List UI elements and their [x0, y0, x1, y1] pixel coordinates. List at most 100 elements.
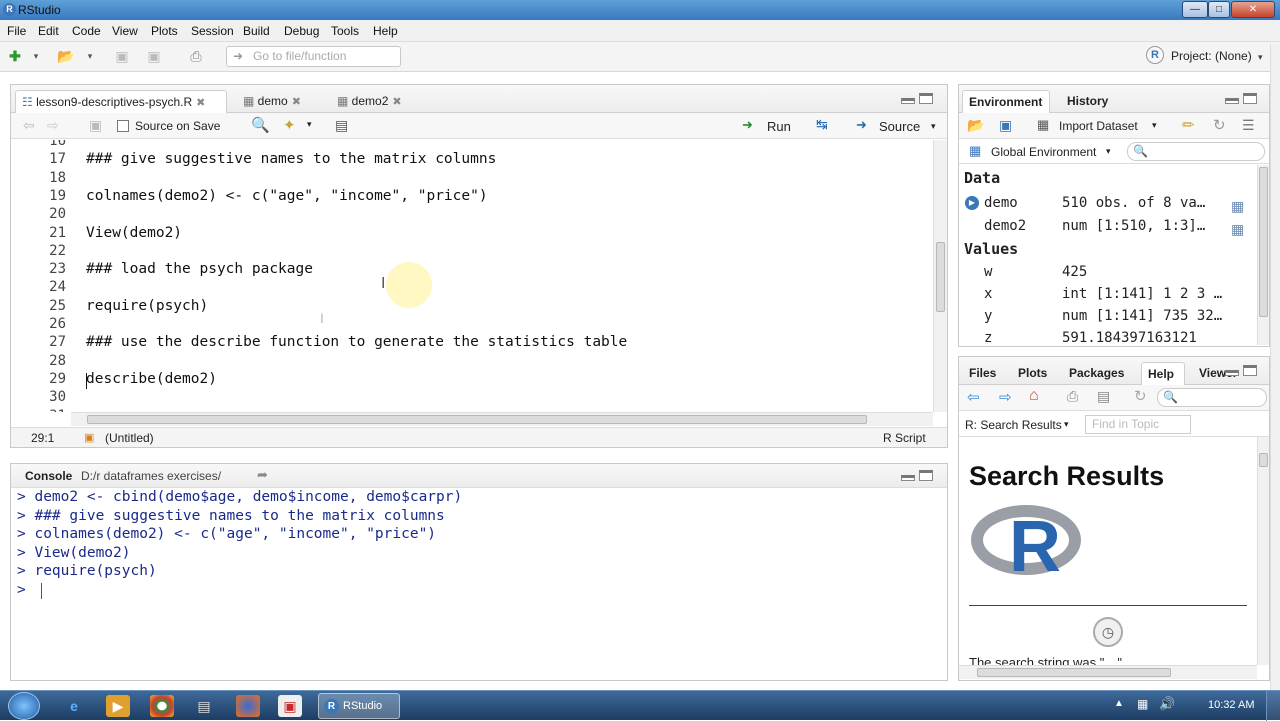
env-row-z[interactable]: z 591.184397163121 — [959, 327, 1269, 345]
network-icon[interactable]: ▦ — [1137, 697, 1148, 711]
console-minmax[interactable] — [901, 470, 933, 482]
chrome-icon[interactable] — [150, 695, 174, 717]
view-table-icon[interactable]: ▦ — [1231, 218, 1244, 240]
project-menu[interactable]: Project: (None) — [1171, 49, 1252, 63]
code-line[interactable]: colnames(demo2) <- c("age", "income", "p… — [86, 188, 488, 204]
broom-icon[interactable]: ✏ — [1182, 116, 1195, 134]
editor-minmax[interactable] — [901, 93, 933, 105]
menu-code[interactable]: Code — [72, 24, 101, 38]
environment-search-input[interactable]: 🔍 — [1127, 142, 1265, 161]
env-row-y[interactable]: y num [1:141] 735 32… — [959, 305, 1269, 327]
volume-icon[interactable]: 🔊 — [1159, 696, 1175, 712]
scroll-thumb[interactable] — [977, 668, 1171, 677]
menu-view[interactable]: View — [112, 24, 138, 38]
print-icon[interactable]: ⎙ — [186, 46, 206, 66]
rerun-icon[interactable]: ↹ — [816, 116, 828, 133]
refresh-icon[interactable]: ↻ — [1213, 116, 1226, 134]
env-row-demo[interactable]: ▶ demo 510 obs. of 8 va… ▦ — [959, 192, 1269, 214]
list-view-icon[interactable]: ☰ — [1242, 117, 1255, 134]
code-line[interactable]: ### give suggestive names to the matrix … — [86, 151, 496, 167]
files-minmax[interactable] — [1225, 365, 1257, 377]
notepad-icon[interactable]: ▤ — [192, 695, 216, 717]
search-icon[interactable]: 🔍 — [251, 116, 270, 134]
code-line[interactable]: ### load the psych package — [86, 261, 313, 277]
menu-help[interactable]: Help — [373, 24, 398, 38]
menu-debug[interactable]: Debug — [284, 24, 319, 38]
clock[interactable]: 10:32 AM — [1208, 699, 1254, 711]
source-on-save-checkbox[interactable] — [117, 120, 129, 132]
back-arrow-icon[interactable]: ⇦ — [23, 117, 35, 134]
pdf-icon[interactable]: ▣ — [278, 695, 302, 717]
environment-minmax[interactable] — [1225, 93, 1257, 105]
tab-plots[interactable]: Plots — [1012, 362, 1054, 385]
code-line[interactable]: describe(demo2) — [86, 371, 217, 387]
scroll-thumb[interactable] — [1259, 453, 1268, 467]
expand-icon[interactable]: ▶ — [965, 196, 979, 210]
menu-file[interactable]: File — [7, 24, 26, 38]
maximize-window-button[interactable]: □ — [1208, 1, 1230, 18]
menu-plots[interactable]: Plots — [151, 24, 178, 38]
chevron-down-icon[interactable]: ▾ — [931, 121, 936, 132]
tab-files[interactable]: Files — [963, 362, 1003, 385]
goto-file-input[interactable]: Go to file/function — [226, 46, 401, 67]
help-search-input[interactable]: 🔍 — [1157, 388, 1267, 407]
home-icon[interactable]: ⌂ — [1029, 387, 1039, 405]
new-file-icon[interactable]: ✚ — [5, 46, 25, 66]
code-line[interactable]: View(demo2) — [86, 225, 182, 241]
forward-arrow-icon[interactable]: ⇨ — [999, 388, 1012, 406]
close-icon[interactable]: ✖ — [292, 96, 301, 108]
open-window-icon[interactable]: ▤ — [1097, 388, 1110, 405]
show-desktop-button[interactable] — [1266, 691, 1280, 721]
chevron-down-icon[interactable]: ▾ — [1106, 146, 1111, 157]
env-row-demo2[interactable]: demo2 num [1:510, 1:3]… ▦ — [959, 215, 1269, 237]
chevron-down-icon[interactable]: ▾ — [80, 46, 100, 66]
save-all-icon[interactable]: ▣ — [144, 46, 164, 66]
magic-wand-icon[interactable]: ✦ — [283, 116, 296, 134]
menu-session[interactable]: Session — [191, 24, 234, 38]
start-button[interactable] — [8, 692, 40, 720]
help-topic-selector[interactable]: R: Search Results — [965, 418, 1062, 432]
tab-demo[interactable]: ▦ demo ✖ — [237, 90, 325, 113]
save-icon[interactable]: ▣ — [112, 46, 132, 66]
code-line[interactable]: ### use the describe function to generat… — [86, 334, 627, 350]
scroll-thumb[interactable] — [936, 242, 945, 312]
editor-hscroll[interactable] — [71, 412, 933, 426]
chevron-down-icon[interactable]: ▾ — [26, 46, 46, 66]
load-workspace-icon[interactable]: 📂 — [967, 117, 984, 134]
chevron-down-icon[interactable]: ▾ — [1152, 120, 1157, 131]
filetype-selector[interactable]: R Script — [883, 431, 926, 445]
tray-up-icon[interactable]: ▲ — [1114, 698, 1124, 709]
chevron-down-icon[interactable]: ▾ — [307, 119, 312, 130]
scroll-thumb[interactable] — [1259, 167, 1268, 317]
window-scrollbar[interactable] — [1270, 44, 1280, 690]
menu-tools[interactable]: Tools — [331, 24, 359, 38]
code-line[interactable]: require(psych) — [86, 298, 208, 314]
media-player-icon[interactable]: ▶ — [106, 695, 130, 717]
forward-arrow-icon[interactable]: ⇨ — [47, 117, 59, 134]
taskbar-rstudio[interactable]: R RStudio — [318, 693, 400, 719]
scope-selector[interactable]: (Untitled) — [105, 431, 154, 445]
menu-build[interactable]: Build — [243, 24, 270, 38]
close-icon[interactable]: ✖ — [196, 97, 205, 109]
help-vscroll[interactable] — [1257, 437, 1269, 665]
save-icon[interactable]: ▣ — [89, 117, 102, 134]
back-arrow-icon[interactable]: ⇦ — [967, 388, 980, 406]
tab-packages[interactable]: Packages — [1063, 362, 1133, 385]
chevron-down-icon[interactable]: ▾ — [1064, 419, 1069, 430]
editor-vscroll[interactable] — [933, 140, 947, 412]
minimize-window-button[interactable]: — — [1182, 1, 1208, 18]
code-editor[interactable]: 16 17 ### give suggestive names to the mat… — [11, 140, 933, 412]
console-output[interactable]: > demo2 <- cbind(demo$age, demo$income, … — [15, 488, 935, 678]
tab-help[interactable]: Help — [1141, 362, 1185, 385]
tab-demo2[interactable]: ▦ demo2 ✖ — [331, 90, 427, 113]
refresh-icon[interactable]: ↻ — [1134, 387, 1147, 405]
firefox-icon[interactable] — [236, 695, 260, 717]
close-icon[interactable]: ✖ — [392, 96, 401, 108]
scroll-thumb[interactable] — [87, 415, 867, 424]
print-icon[interactable]: ⎙ — [1067, 388, 1078, 405]
open-folder-icon[interactable]: 📂 — [56, 46, 76, 66]
help-hscroll[interactable] — [959, 665, 1257, 679]
tab-lesson9[interactable]: ☷ lesson9-descriptives-psych.R ✖ — [15, 90, 227, 113]
tab-history[interactable]: History — [1061, 90, 1121, 113]
env-row-x[interactable]: x int [1:141] 1 2 3 … — [959, 283, 1269, 305]
